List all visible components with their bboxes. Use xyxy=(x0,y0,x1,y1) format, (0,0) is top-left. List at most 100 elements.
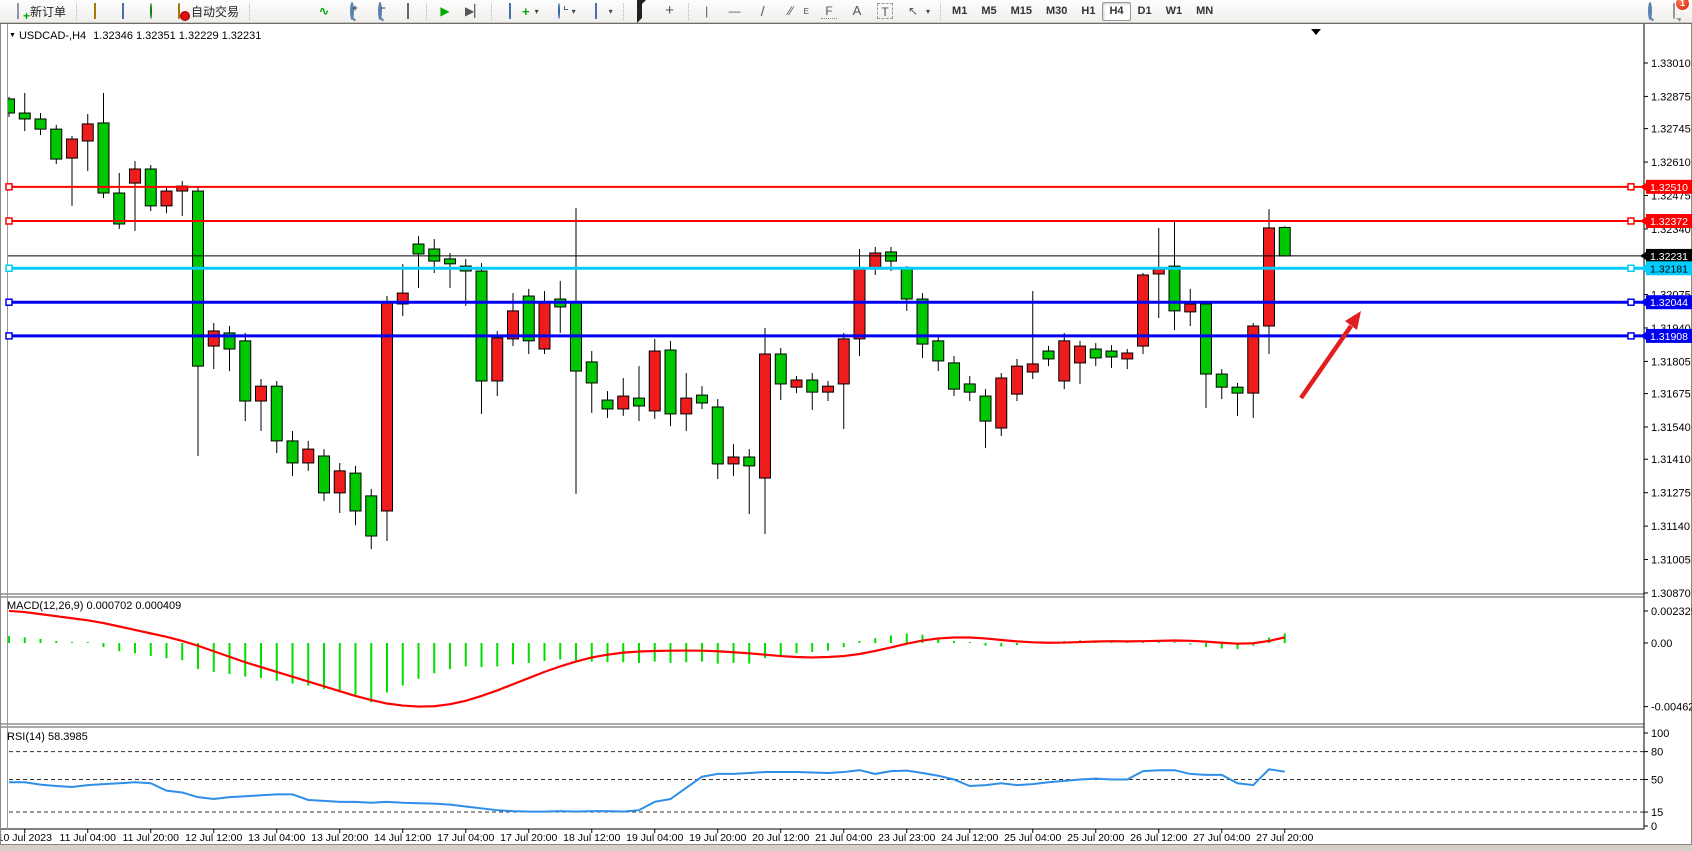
arrow-head xyxy=(1345,311,1361,330)
tab-d1[interactable]: D1 xyxy=(1131,2,1159,21)
price-level-badge-label: 1.32231 xyxy=(1650,251,1688,263)
chevron-down-icon: ▾ xyxy=(572,7,576,16)
price-tick-label: 1.31005 xyxy=(1651,555,1691,567)
candle xyxy=(712,407,723,464)
chart-shift-marker-icon[interactable] xyxy=(1311,29,1321,35)
auto-trading-button[interactable]: 自动交易 xyxy=(165,1,245,21)
line-handle[interactable] xyxy=(1628,218,1634,224)
zoom-out-button[interactable]: − xyxy=(366,1,394,21)
label-tool[interactable]: T xyxy=(871,1,899,21)
line-handle[interactable] xyxy=(1628,333,1634,339)
line-handle[interactable] xyxy=(6,184,12,190)
indicators-button[interactable]: + ▾ xyxy=(496,1,545,21)
line-handle[interactable] xyxy=(1628,265,1634,271)
tab-h1[interactable]: H1 xyxy=(1074,2,1102,21)
tile-windows-button[interactable] xyxy=(394,1,422,21)
tab-mn[interactable]: MN xyxy=(1189,2,1220,21)
candle xyxy=(933,341,944,361)
quotes-icon xyxy=(94,3,96,19)
horizontal-line-tool[interactable]: — xyxy=(721,1,749,21)
channel-tool[interactable]: ⁄⁄ E xyxy=(777,1,815,21)
time-tick-label: 27 Jul 04:00 xyxy=(1193,832,1250,844)
tab-m1[interactable]: M1 xyxy=(945,2,974,21)
line-chart-button[interactable]: ∿ xyxy=(310,1,338,21)
line-handle[interactable] xyxy=(1628,184,1634,190)
chart-shift-button[interactable]: ▶▏ xyxy=(459,1,487,21)
price-level-badge-label: 1.31908 xyxy=(1650,331,1688,343)
bar-chart-button[interactable] xyxy=(254,1,282,21)
chart-ohlc-values: 1.32346 1.32351 1.32229 1.32231 xyxy=(93,30,261,42)
candle xyxy=(1027,364,1038,372)
macd-tick-label: 0.00 xyxy=(1651,638,1672,650)
auto-scroll-button[interactable]: ▶ xyxy=(431,1,459,21)
candle xyxy=(82,124,93,141)
candle xyxy=(1216,374,1227,387)
sounds-icon xyxy=(150,3,152,19)
cursor-tool[interactable] xyxy=(628,1,656,21)
trendline-icon: / xyxy=(755,3,771,19)
line-handle[interactable] xyxy=(1628,299,1634,305)
charts-button[interactable] xyxy=(109,1,137,21)
candle xyxy=(586,362,597,383)
candle xyxy=(760,354,771,478)
symbol-menu-triangle-icon[interactable]: ▼ xyxy=(9,32,16,39)
candle xyxy=(19,113,30,119)
zoom-in-button[interactable]: + xyxy=(338,1,366,21)
candle xyxy=(854,269,865,339)
candle xyxy=(1012,366,1023,394)
tab-m15[interactable]: M15 xyxy=(1004,2,1039,21)
text-tool[interactable]: A xyxy=(843,1,871,21)
line-handle[interactable] xyxy=(6,333,12,339)
tab-m30[interactable]: M30 xyxy=(1039,2,1074,21)
separator xyxy=(940,3,941,20)
candle xyxy=(319,456,330,493)
candle xyxy=(366,496,377,536)
new-order-button[interactable]: 新订单 xyxy=(4,1,72,21)
zoom-out-icon: − xyxy=(378,2,382,20)
trendline-tool[interactable]: / xyxy=(749,1,777,21)
price-badge-pointer xyxy=(1640,217,1646,225)
candle xyxy=(240,341,251,401)
candle xyxy=(492,338,503,381)
candle xyxy=(681,398,692,414)
notification-badge[interactable]: 1 xyxy=(1676,0,1689,10)
channel-tag: E xyxy=(804,7,809,16)
vertical-line-icon: | xyxy=(699,3,715,19)
line-handle[interactable] xyxy=(6,265,12,271)
horizontal-line-icon: — xyxy=(727,3,743,19)
templates-button[interactable]: ▾ xyxy=(582,1,619,21)
candle xyxy=(1090,349,1101,358)
candle xyxy=(1043,351,1054,359)
tab-w1[interactable]: W1 xyxy=(1159,2,1190,21)
chat-icon[interactable] xyxy=(1673,3,1675,19)
quotes-button[interactable] xyxy=(81,1,109,21)
cursor-icon xyxy=(637,0,647,23)
candle xyxy=(602,400,613,409)
vertical-line-tool[interactable]: | xyxy=(693,1,721,21)
time-tick-label: 26 Jul 12:00 xyxy=(1130,832,1187,844)
arrows-tool[interactable]: ↖ ▾ xyxy=(899,1,936,21)
candle xyxy=(1201,304,1212,374)
sounds-button[interactable] xyxy=(137,1,165,21)
arrows-icon: ↖ xyxy=(905,3,921,19)
line-chart-icon: ∿ xyxy=(316,3,332,19)
candle xyxy=(964,384,975,392)
periods-button[interactable]: ▾ xyxy=(545,1,582,21)
tab-m5[interactable]: M5 xyxy=(974,2,1003,21)
rsi-tick-label: 0 xyxy=(1651,821,1657,833)
candle xyxy=(775,354,786,384)
candle xyxy=(67,139,78,158)
fibonacci-tool[interactable]: F xyxy=(815,1,843,21)
candle xyxy=(539,303,550,349)
candle xyxy=(429,249,440,261)
trend-arrow-annotation[interactable] xyxy=(1301,311,1361,398)
line-handle[interactable] xyxy=(6,299,12,305)
search-icon[interactable] xyxy=(1648,2,1652,20)
candlestick-chart-button[interactable] xyxy=(282,1,310,21)
crosshair-tool[interactable]: + xyxy=(656,1,684,21)
auto-trading-icon xyxy=(178,3,180,19)
channel-icon: ⁄⁄ xyxy=(783,3,799,19)
tab-h4[interactable]: H4 xyxy=(1102,2,1130,21)
price-tick-label: 1.31675 xyxy=(1651,389,1691,401)
line-handle[interactable] xyxy=(6,218,12,224)
